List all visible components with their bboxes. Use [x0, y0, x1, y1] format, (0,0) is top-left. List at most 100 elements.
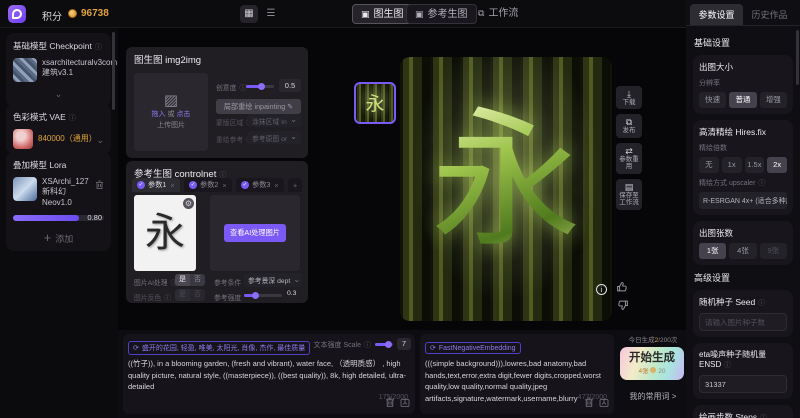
count-9[interactable]: 9张 — [760, 243, 787, 259]
upscaler-dropdown[interactable]: R-ESRGAN 4x+ (适合多种风 — [699, 192, 787, 209]
export-icon[interactable] — [400, 395, 410, 413]
ensd-title: eta噪声种子随机量 ENSD — [699, 349, 787, 370]
seed-input[interactable] — [699, 313, 787, 331]
check-icon: ✓ — [137, 181, 145, 189]
redraw-ref-dropdown[interactable]: 参考原图 or — [248, 131, 301, 144]
res-option-enhanced[interactable]: 增强 — [760, 92, 787, 108]
hires-scale-label: 精绘倍数 — [699, 143, 787, 153]
controlnet-tab-1[interactable]: ✓参数1× — [132, 178, 180, 192]
scale-value[interactable]: 7 — [397, 338, 411, 350]
trash-icon[interactable] — [584, 395, 594, 413]
controlnet-panel: 参考生图 controlnet ✓参数1× ✓参数2× ✓参数3× + 永 ⚙ … — [126, 161, 308, 303]
checkpoint-card[interactable]: 基础模型 Checkpoint xsarchitecturalv3com建筑v3… — [6, 33, 111, 107]
ref-condition-dropdown[interactable]: 参考景深 dept — [244, 273, 302, 287]
ensd-input[interactable] — [699, 375, 787, 393]
ref-strength-label: 参考强度 — [214, 292, 241, 302]
vae-value: 840000（通用） — [38, 134, 96, 144]
prompt-bar: 盛开的花园, 轻盈, 唯美, 太阳光, 肖像, 杰作, 最佳质量 文本强度 Sc… — [118, 330, 686, 418]
ref-strength-slider[interactable] — [244, 294, 282, 297]
gear-icon[interactable]: ⚙ — [183, 198, 194, 209]
close-icon[interactable]: × — [170, 181, 174, 190]
generated-image[interactable]: 永 i — [400, 57, 612, 321]
image-icon: ▣ — [361, 9, 370, 19]
tab-img2img[interactable]: ▣图生图 — [352, 4, 413, 24]
invert-toggle[interactable]: 是否 — [175, 289, 205, 301]
tab-parameter-settings[interactable]: 参数设置 — [690, 4, 743, 25]
image-size-card: 出图大小 分辨率 快速 普通 增强 — [693, 55, 793, 114]
scale-label: 文本强度 Scale — [314, 340, 371, 350]
chevron-down-icon[interactable] — [13, 84, 104, 102]
tab-history-works[interactable]: 历史作品 — [743, 4, 796, 25]
negative-embedding-chip[interactable]: FastNegativeEmbedding — [425, 342, 521, 354]
export-icon[interactable] — [599, 395, 609, 413]
download-button[interactable]: ⤓下载 — [616, 86, 642, 109]
lora-weight-slider[interactable]: 0.80 — [13, 215, 104, 221]
sidebar-scrollbar[interactable] — [112, 32, 115, 110]
chevron-down-icon — [287, 134, 297, 141]
grid-view-icon[interactable]: ▦ — [240, 5, 258, 23]
result-thumbnail[interactable]: 永 — [354, 82, 396, 124]
lora-weight-value: 0.80 — [87, 213, 102, 222]
generate-button[interactable]: 开始生成 4张 20 — [620, 347, 684, 380]
res-option-normal[interactable]: 普通 — [729, 92, 756, 108]
seed-card: 随机种子 Seed — [693, 290, 793, 337]
check-icon: ✓ — [241, 181, 249, 189]
hires-1-5x[interactable]: 1.5x — [745, 157, 765, 173]
controlnet-tab-add[interactable]: + — [288, 178, 302, 192]
ai-process-toggle[interactable]: 是否 — [175, 274, 205, 286]
info-icon[interactable]: i — [596, 284, 607, 295]
settings-tabs: 参数设置 历史作品 — [686, 0, 800, 26]
chevron-down-icon[interactable] — [96, 130, 104, 148]
translate-chip[interactable]: 盛开的花园, 轻盈, 唯美, 太阳光, 肖像, 杰作, 最佳质量 — [128, 341, 310, 355]
image-frame-icon: ▣ — [415, 9, 424, 19]
controlnet-tab-3[interactable]: ✓参数3× — [236, 178, 284, 192]
thumbs-down-icon[interactable] — [616, 299, 629, 312]
tab-workflow[interactable]: ⧉工作流 — [470, 4, 526, 24]
thumbs-up-icon[interactable] — [616, 280, 629, 293]
add-lora-button[interactable]: +添加 — [6, 224, 111, 251]
favorite-words-link[interactable]: 我的常用词 > — [620, 391, 686, 402]
image-count-title: 出图张数 — [699, 227, 787, 239]
image-count-card: 出图张数 1张 4张 9张 — [693, 221, 793, 265]
res-option-fast[interactable]: 快速 — [699, 92, 726, 108]
denoise-slider[interactable] — [246, 85, 274, 88]
list-view-icon[interactable]: ☰ — [262, 5, 280, 23]
publish-icon: ⧉ — [618, 117, 640, 127]
tab-reference[interactable]: ▣参考生图 — [406, 4, 477, 24]
close-icon[interactable]: × — [222, 181, 226, 190]
basic-settings-header: 基础设置 — [694, 36, 793, 49]
save-icon: ▤ — [618, 182, 640, 192]
feedback-buttons — [616, 280, 629, 312]
positive-prompt-input[interactable]: ((竹子)), in a blooming garden, (fresh and… — [128, 358, 410, 404]
settings-scrollbar[interactable] — [796, 30, 799, 85]
inpaint-button[interactable]: 局部重绘 inpainting ✎ — [216, 99, 301, 114]
generate-column: 今日生成2/200次 开始生成 4张 20 我的常用词 > — [620, 334, 686, 414]
credits-label: 积分 — [42, 8, 62, 23]
checkpoint-name: xsarchitecturalv3com建筑v3.1 — [42, 58, 117, 79]
image-size-title: 出图大小 — [699, 61, 787, 73]
hires-2x[interactable]: 2x — [767, 157, 787, 173]
check-icon: ✓ — [189, 181, 197, 189]
scale-slider[interactable] — [375, 343, 393, 346]
hires-none[interactable]: 无 — [699, 157, 719, 173]
mask-area-dropdown[interactable]: 涂抹区域 In — [248, 114, 301, 127]
controlnet-tab-2[interactable]: ✓参数2× — [184, 178, 232, 192]
ai-process-label: 图片AI处理 — [134, 277, 178, 288]
close-icon[interactable]: × — [274, 181, 278, 190]
vae-card[interactable]: 色彩模式 VAE 840000（通用） — [6, 104, 111, 154]
image-upload-dropzone[interactable]: ▨ 拖入 或 点击上传图片 — [134, 73, 208, 151]
denoise-value[interactable]: 0.5 — [279, 79, 301, 92]
publish-button[interactable]: ⧉发布 — [616, 114, 642, 137]
reuse-params-button[interactable]: ⇄参数重用 — [616, 143, 642, 174]
checkpoint-thumbnail — [13, 58, 37, 82]
view-ai-image-button[interactable]: 查看AI处理图片 — [224, 224, 286, 242]
trash-icon[interactable] — [385, 395, 395, 413]
save-workflow-button[interactable]: ▤保存至工作流 — [616, 179, 642, 210]
lora-name: XSArchi_127新科幻Neov1.0 — [42, 177, 94, 208]
count-1[interactable]: 1张 — [699, 243, 726, 259]
count-4[interactable]: 4张 — [729, 243, 756, 259]
app-logo[interactable] — [8, 5, 26, 23]
hires-1x[interactable]: 1x — [722, 157, 742, 173]
credits-value[interactable]: 96738 — [81, 8, 109, 19]
delete-icon[interactable] — [95, 177, 104, 195]
